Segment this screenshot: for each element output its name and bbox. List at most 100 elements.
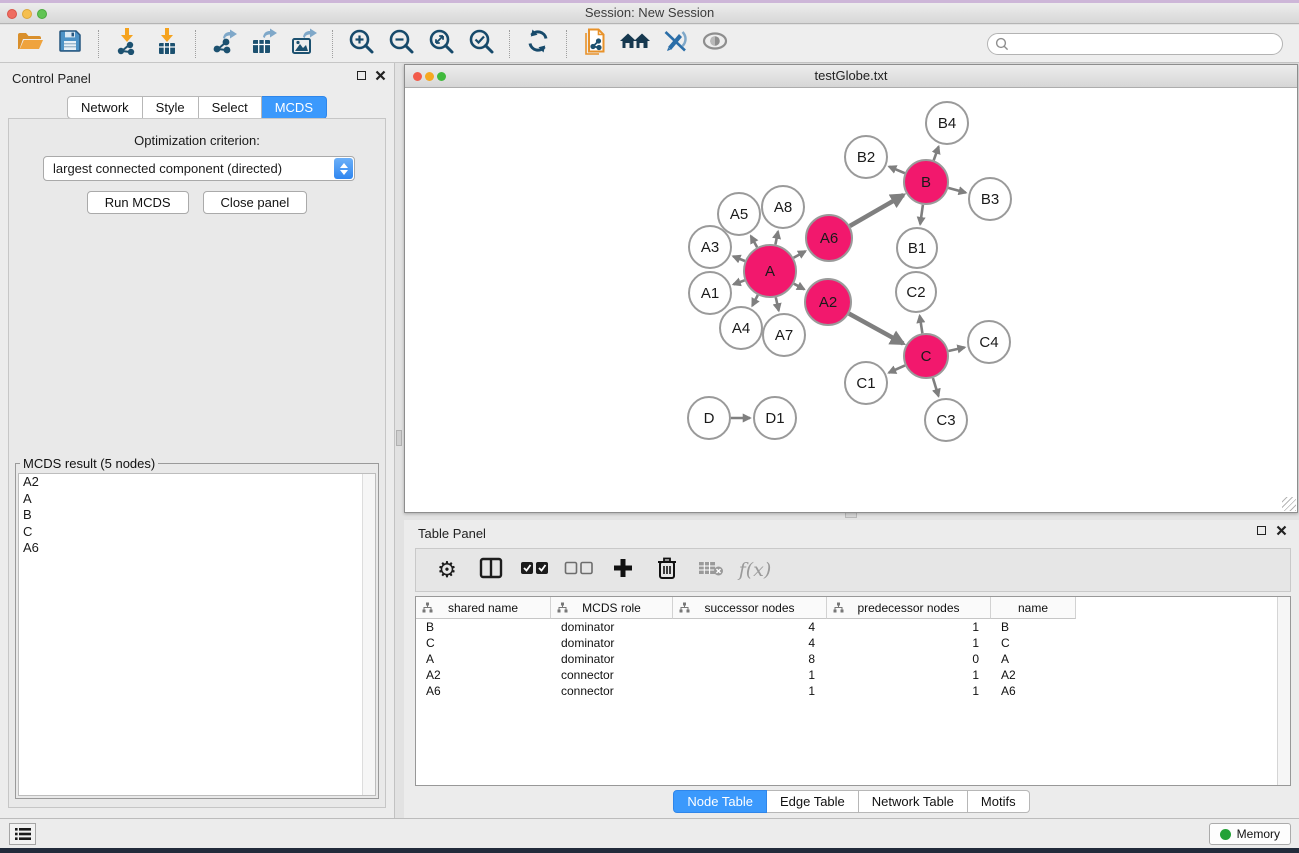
float-panel-icon[interactable] — [357, 71, 366, 80]
task-history-button[interactable] — [9, 823, 36, 845]
cell-name[interactable]: A — [991, 651, 1076, 667]
edge-A-A1[interactable] — [734, 280, 745, 284]
cell-name[interactable]: C — [991, 635, 1076, 651]
table-row[interactable]: Bdominator41B — [416, 619, 1290, 635]
close-panel-button[interactable]: Close panel — [203, 191, 308, 214]
cell-mcds-role[interactable]: dominator — [551, 619, 673, 635]
edge-C-C2[interactable] — [920, 316, 923, 334]
tab-network[interactable]: Network — [67, 96, 143, 119]
network-from-file-button[interactable] — [575, 28, 615, 60]
edge-A-A2[interactable] — [794, 284, 804, 290]
cell-successor-nodes[interactable]: 4 — [673, 619, 827, 635]
close-panel-icon[interactable] — [375, 70, 386, 81]
tab-edge-table[interactable]: Edge Table — [767, 790, 859, 813]
cell-mcds-role[interactable]: connector — [551, 667, 673, 683]
edge-A-A6[interactable] — [794, 251, 806, 258]
zoom-window-button[interactable] — [37, 9, 47, 19]
cell-shared-name[interactable]: C — [416, 635, 551, 651]
cell-shared-name[interactable]: A6 — [416, 683, 551, 699]
result-item[interactable]: A6 — [19, 540, 375, 557]
cell-successor-nodes[interactable]: 1 — [673, 667, 827, 683]
create-column-button[interactable] — [604, 552, 642, 588]
result-item[interactable]: C — [19, 524, 375, 541]
result-item[interactable]: A2 — [19, 474, 375, 491]
network-minimize-button[interactable] — [425, 72, 434, 81]
table-mode-button[interactable]: ⚙ — [428, 552, 466, 588]
result-item[interactable]: B — [19, 507, 375, 524]
cell-mcds-role[interactable]: connector — [551, 683, 673, 699]
function-builder-button[interactable]: f(x) — [736, 552, 774, 588]
memory-button[interactable]: Memory — [1209, 823, 1291, 845]
export-table-button[interactable] — [244, 28, 284, 60]
cell-predecessor-nodes[interactable]: 1 — [827, 619, 991, 635]
tab-network-table[interactable]: Network Table — [859, 790, 968, 813]
cell-shared-name[interactable]: A2 — [416, 667, 551, 683]
run-mcds-button[interactable]: Run MCDS — [87, 191, 189, 214]
edge-A6-B[interactable] — [850, 195, 904, 226]
zoom-fit-button[interactable] — [421, 28, 461, 60]
export-image-button[interactable] — [284, 28, 324, 60]
edge-A-A8[interactable] — [775, 232, 778, 245]
edge-A-A7[interactable] — [776, 297, 779, 310]
minimize-window-button[interactable] — [22, 9, 32, 19]
network-window-titlebar[interactable]: testGlobe.txt — [405, 65, 1297, 88]
open-session-button[interactable] — [10, 28, 50, 60]
tab-style[interactable]: Style — [143, 96, 199, 119]
table-row[interactable]: Adominator80A — [416, 651, 1290, 667]
cell-name[interactable]: B — [991, 619, 1076, 635]
tab-motifs[interactable]: Motifs — [968, 790, 1030, 813]
column-header-successor-nodes[interactable]: successor nodes — [673, 597, 827, 619]
column-header-predecessor-nodes[interactable]: predecessor nodes — [827, 597, 991, 619]
select-all-button[interactable] — [516, 552, 554, 588]
cell-shared-name[interactable]: B — [416, 619, 551, 635]
optimization-criterion-select[interactable]: largest connected component (directed) — [43, 156, 355, 181]
result-list-scrollbar[interactable] — [362, 474, 375, 795]
mcds-result-list[interactable]: A2ABCA6 — [18, 473, 376, 796]
cell-mcds-role[interactable]: dominator — [551, 635, 673, 651]
home-button[interactable] — [615, 28, 655, 60]
edge-C-C3[interactable] — [933, 378, 939, 396]
table-row[interactable]: Cdominator41C — [416, 635, 1290, 651]
edge-C-C4[interactable] — [949, 347, 965, 351]
cell-shared-name[interactable]: A — [416, 651, 551, 667]
network-canvas[interactable]: AA1A2A3A4A5A6A7A8BB1B2B3B4CC1C2C3C4DD1 — [405, 88, 1297, 512]
edge-A-A3[interactable] — [733, 256, 745, 261]
table-scrollbar[interactable] — [1277, 597, 1290, 785]
cell-predecessor-nodes[interactable]: 1 — [827, 667, 991, 683]
zoom-out-button[interactable] — [381, 28, 421, 60]
import-network-button[interactable] — [107, 28, 147, 60]
edge-B-B4[interactable] — [934, 147, 939, 161]
edge-B-B2[interactable] — [889, 167, 905, 174]
import-table-button[interactable] — [147, 28, 187, 60]
column-header-shared-name[interactable]: shared name — [416, 597, 551, 619]
close-window-button[interactable] — [7, 9, 17, 19]
export-network-button[interactable] — [204, 28, 244, 60]
edge-B-B3[interactable] — [948, 188, 966, 193]
cell-successor-nodes[interactable]: 4 — [673, 635, 827, 651]
cell-successor-nodes[interactable]: 1 — [673, 683, 827, 699]
save-session-button[interactable] — [50, 28, 90, 60]
table-row[interactable]: A2connector11A2 — [416, 667, 1290, 683]
search-input[interactable] — [987, 33, 1283, 55]
column-header-name[interactable]: name — [991, 597, 1076, 619]
float-table-panel-icon[interactable] — [1257, 526, 1266, 535]
vertical-splitter-handle[interactable] — [396, 430, 402, 446]
zoom-selected-button[interactable] — [461, 28, 501, 60]
tab-mcds[interactable]: MCDS — [262, 96, 327, 119]
edge-A-A5[interactable] — [751, 236, 757, 247]
delete-table-button[interactable] — [692, 552, 730, 588]
table-row[interactable]: A6connector11A6 — [416, 683, 1290, 699]
tab-node-table[interactable]: Node Table — [673, 790, 767, 813]
zoom-in-button[interactable] — [341, 28, 381, 60]
edge-B-B1[interactable] — [920, 205, 923, 224]
edge-C-C1[interactable] — [889, 365, 905, 372]
cell-predecessor-nodes[interactable]: 1 — [827, 635, 991, 651]
show-column-button[interactable] — [472, 552, 510, 588]
window-resize-grip[interactable] — [1282, 497, 1296, 511]
edge-A2-C[interactable] — [849, 314, 903, 344]
refresh-button[interactable] — [518, 28, 558, 60]
result-item[interactable]: A — [19, 491, 375, 508]
cell-predecessor-nodes[interactable]: 0 — [827, 651, 991, 667]
delete-column-button[interactable] — [648, 552, 686, 588]
cell-name[interactable]: A2 — [991, 667, 1076, 683]
